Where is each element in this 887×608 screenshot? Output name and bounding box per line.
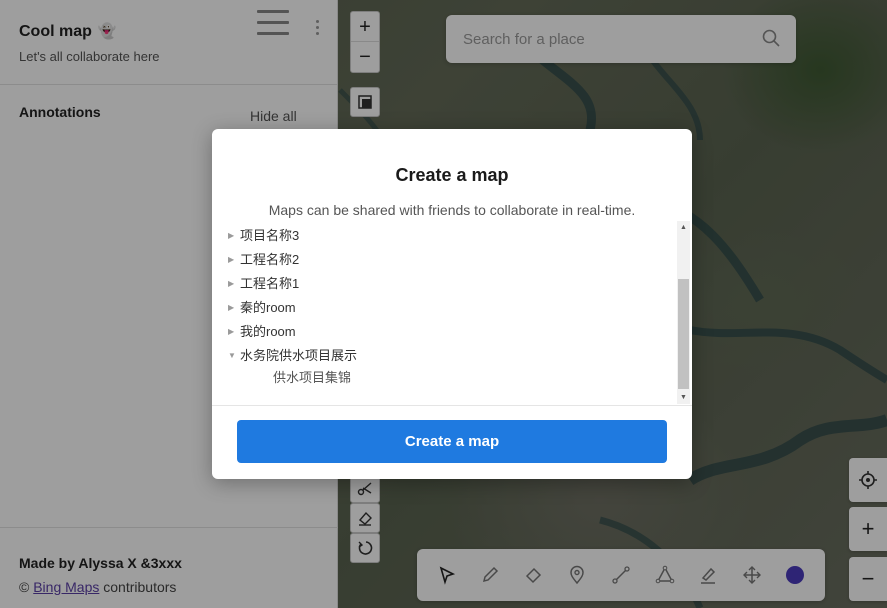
caret-right-icon: ▶: [228, 231, 235, 240]
scroll-down-icon[interactable]: ▼: [677, 391, 690, 404]
caret-down-icon: ▼: [228, 351, 236, 360]
list-item[interactable]: ▶ 工程名称2: [228, 249, 299, 268]
list-item[interactable]: ▶ 我的room: [228, 321, 296, 340]
list-sub-item[interactable]: 供水项目集锦: [273, 367, 351, 386]
list-item[interactable]: ▶ 项目名称3: [228, 225, 299, 244]
list-item-label: 秦的room: [240, 300, 296, 315]
list-item[interactable]: ▶ 工程名称1: [228, 273, 299, 292]
create-map-modal: Create a map Maps can be shared with fri…: [212, 129, 692, 479]
scroll-up-icon[interactable]: ▲: [677, 221, 690, 234]
create-map-button[interactable]: Create a map: [237, 420, 667, 463]
caret-right-icon: ▶: [228, 279, 235, 288]
caret-right-icon: ▶: [228, 327, 235, 336]
list-scrollbar[interactable]: ▲ ▼: [677, 221, 690, 404]
list-item-label: 水务院供水项目展示: [240, 348, 358, 363]
caret-right-icon: ▶: [228, 303, 235, 312]
list-item-expanded[interactable]: ▼ 水务院供水项目展示: [228, 345, 357, 364]
list-item[interactable]: ▶ 秦的room: [228, 297, 296, 316]
caret-right-icon: ▶: [228, 255, 235, 264]
list-item-label: 工程名称2: [240, 252, 300, 267]
modal-title: Create a map: [395, 165, 509, 185]
list-item-label: 项目名称3: [240, 228, 300, 243]
scrollbar-thumb[interactable]: [678, 279, 689, 389]
map-list: ▶ 项目名称3 ▶ 工程名称2 ▶ 工程名称1 ▶ 秦的room ▶ 我的room ▼ 水务…: [228, 221, 690, 405]
list-item-label: 我的room: [240, 324, 296, 339]
modal-description: Maps can be shared with friends to colla…: [268, 202, 636, 218]
modal-divider: [212, 405, 692, 406]
list-item-label: 工程名称1: [240, 276, 300, 291]
